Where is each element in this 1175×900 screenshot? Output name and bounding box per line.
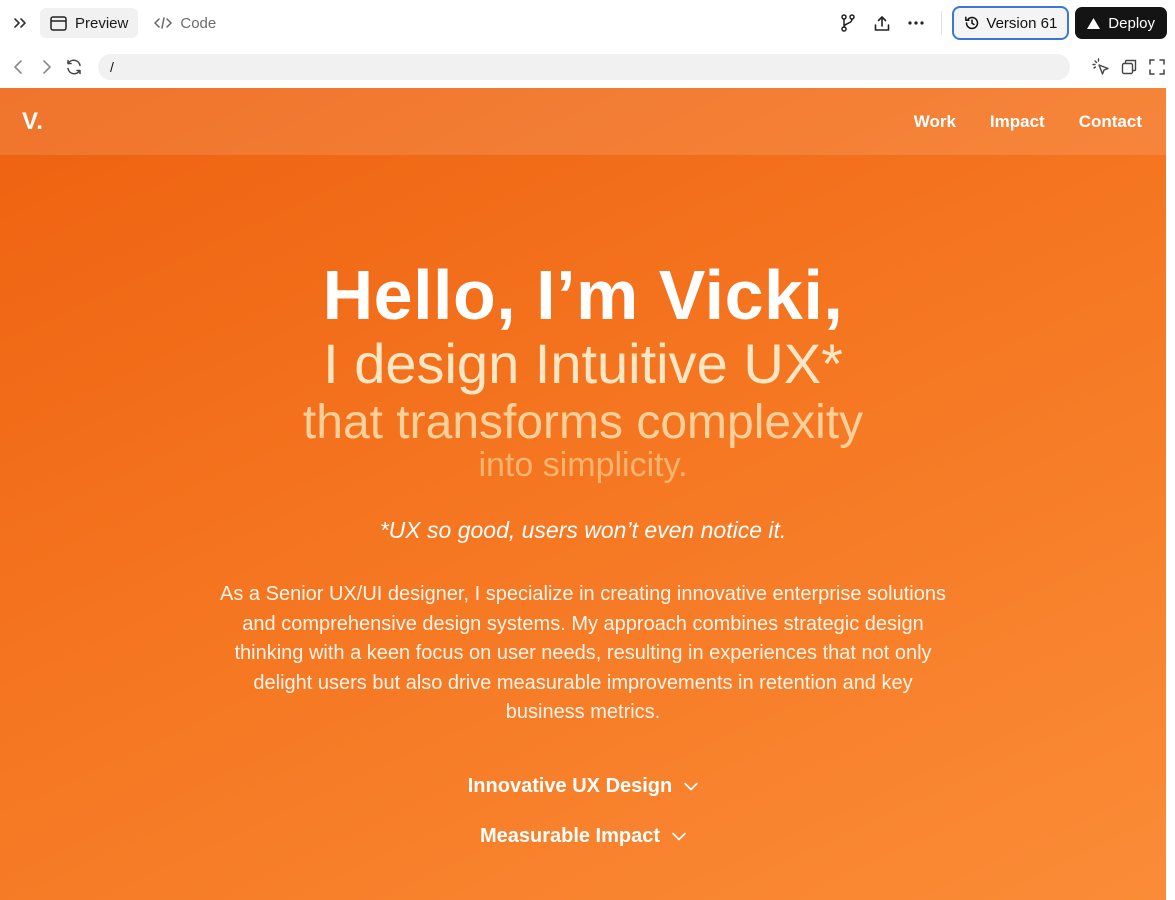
history-icon bbox=[964, 15, 980, 31]
git-branch-icon[interactable] bbox=[831, 6, 865, 40]
version-label: Version 61 bbox=[986, 14, 1058, 32]
chevron-left-icon[interactable] bbox=[4, 52, 32, 82]
chevron-down-icon bbox=[672, 832, 686, 841]
nav-link-work[interactable]: Work bbox=[914, 112, 956, 132]
top-toolbar: Preview Code Version 61 Deploy bbox=[0, 0, 1175, 46]
accordion-item-measurable-impact[interactable]: Measurable Impact bbox=[480, 825, 686, 848]
hero-section: Hello, I’m Vicki, I design Intuitive UX*… bbox=[0, 255, 1166, 848]
fullscreen-icon[interactable] bbox=[1143, 52, 1171, 82]
nav-link-impact[interactable]: Impact bbox=[990, 112, 1045, 132]
refresh-icon[interactable] bbox=[60, 52, 88, 82]
browser-window-icon bbox=[50, 15, 67, 31]
chevron-right-icon[interactable] bbox=[32, 52, 60, 82]
cursor-click-icon[interactable] bbox=[1087, 52, 1115, 82]
tab-label: Code bbox=[180, 14, 217, 32]
site-preview: V. Work Impact Contact Hello, I’m Vicki,… bbox=[0, 88, 1166, 900]
address-bar bbox=[0, 46, 1175, 88]
new-window-icon[interactable] bbox=[1115, 52, 1143, 82]
version-button[interactable]: Version 61 bbox=[952, 6, 1070, 40]
triangle-icon bbox=[1087, 17, 1101, 29]
site-nav-links: Work Impact Contact bbox=[914, 112, 1142, 132]
tab-code[interactable]: Code bbox=[144, 8, 226, 38]
tab-preview[interactable]: Preview bbox=[40, 8, 139, 38]
toolbar-divider bbox=[941, 11, 943, 35]
deploy-button[interactable]: Deploy bbox=[1075, 7, 1167, 39]
chevron-down-icon bbox=[684, 782, 699, 791]
double-chevron-right-icon[interactable] bbox=[0, 0, 40, 46]
upload-icon[interactable] bbox=[865, 6, 899, 40]
accordion-item-innovative-ux[interactable]: Innovative UX Design bbox=[468, 775, 699, 798]
ellipsis-icon[interactable] bbox=[899, 6, 933, 40]
hero-description: As a Senior UX/UI designer, I specialize… bbox=[220, 583, 946, 723]
tab-label: Preview bbox=[75, 14, 129, 32]
site-header: V. Work Impact Contact bbox=[0, 88, 1166, 155]
hero-line-4: into simplicity. bbox=[478, 446, 688, 484]
site-logo[interactable]: V. bbox=[22, 108, 43, 136]
accordion: Innovative UX Design Measurable Impact bbox=[0, 775, 1166, 848]
code-brackets-icon bbox=[154, 16, 173, 30]
accordion-label: Innovative UX Design bbox=[467, 774, 673, 797]
hero-tagline: *UX so good, users won’t even notice it. bbox=[379, 517, 787, 543]
hero-heading: Hello, I’m Vicki, bbox=[322, 256, 844, 334]
hero-subheading: I design Intuitive UX* bbox=[323, 332, 843, 395]
nav-link-contact[interactable]: Contact bbox=[1079, 112, 1142, 132]
url-input[interactable] bbox=[98, 54, 1070, 80]
accordion-label: Measurable Impact bbox=[479, 824, 661, 847]
deploy-label: Deploy bbox=[1108, 14, 1155, 32]
